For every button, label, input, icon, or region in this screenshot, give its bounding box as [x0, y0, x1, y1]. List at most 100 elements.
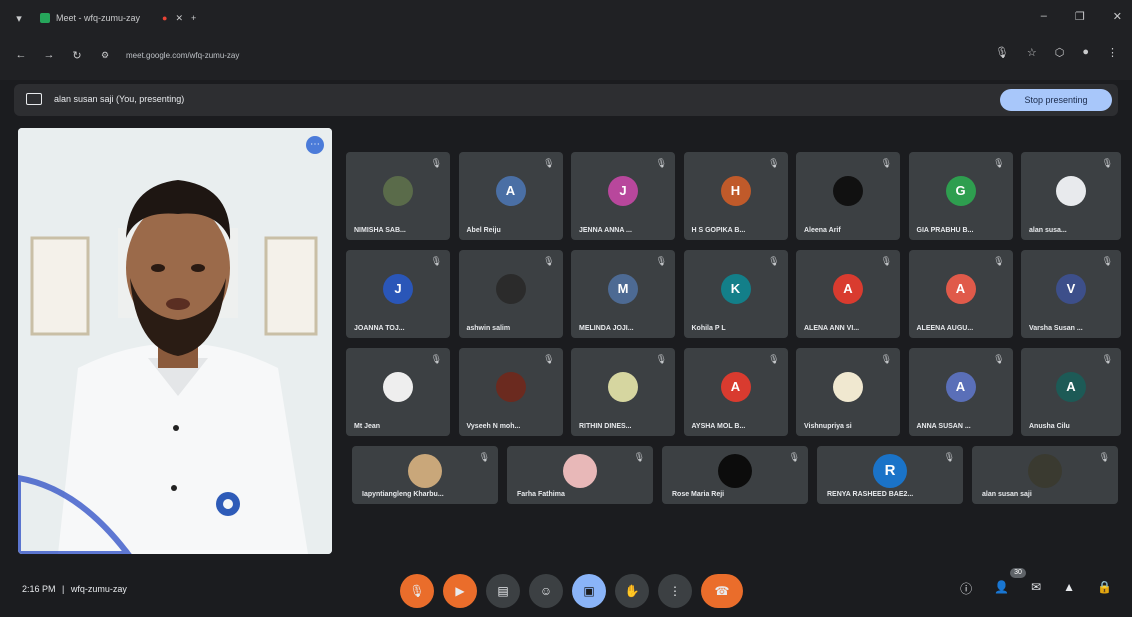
extension-icon[interactable]: ⬡	[1055, 46, 1065, 59]
host-controls-icon[interactable]: 🔒	[1097, 580, 1112, 597]
participant-tile[interactable]: 🎙 NIMISHA SAB...	[346, 152, 450, 240]
participant-avatar	[495, 372, 526, 402]
participant-initial: A	[955, 281, 966, 296]
muted-mic-icon: 🎙	[543, 354, 555, 364]
url-text[interactable]: meet.google.com/wfq-zumu-zay	[126, 51, 239, 60]
participant-tile[interactable]: 🎙 Vishnupriya si	[796, 348, 900, 436]
participant-name: alan susa...	[1029, 227, 1067, 234]
browser-chrome: ▾ Meet - wfq-zumu-zay ● ✕ + – ❐ ✕ ← → ↻ …	[0, 0, 1132, 80]
participant-tile[interactable]: K 🎙 Kohila P L	[683, 250, 788, 338]
participant-name: Iapyntiangleng Kharbu...	[362, 491, 444, 498]
participant-tile[interactable]: 🎙 ashwin salim	[458, 250, 563, 338]
chat-icon[interactable]: ✉	[1031, 580, 1041, 597]
participant-tile[interactable]: A 🎙 ALEENA AUGU...	[908, 250, 1013, 338]
reload-icon[interactable]: ↻	[70, 49, 84, 62]
meeting-info: 2:16 PM | wfq-zumu-zay	[22, 584, 127, 594]
maximize-icon[interactable]: ❐	[1075, 10, 1085, 23]
participant-name: Vyseeh N moh...	[466, 423, 521, 430]
meeting-info-separator: |	[62, 584, 65, 594]
tab-search-icon[interactable]: ▾	[12, 12, 26, 25]
present-now-button[interactable]: ▣	[572, 574, 606, 608]
people-icon[interactable]: 👤	[994, 580, 1009, 597]
participant-name: Mt Jean	[354, 423, 381, 430]
participant-name: ANNA SUSAN ...	[916, 423, 971, 430]
participant-initial: V	[1066, 281, 1076, 296]
side-panel-controls: ⓘ 👤 ✉ ▲ 🔒	[960, 580, 1112, 597]
participant-tile[interactable]: 🎙 Mt Jean	[346, 348, 450, 436]
participant-tile[interactable]: A 🎙 ALENA ANN VI...	[796, 250, 900, 338]
minimize-icon[interactable]: –	[1041, 10, 1047, 23]
participant-initial: H	[730, 183, 741, 198]
participant-tile[interactable]: 🎙 alan susa...	[1021, 152, 1121, 240]
muted-mic-icon: 🎙	[880, 158, 892, 168]
participant-tile[interactable]: 🎙 Farha Fathima	[507, 446, 653, 504]
participant-name: GIA PRABHU B...	[916, 227, 974, 234]
window-controls: – ❐ ✕	[1041, 10, 1122, 23]
forward-icon[interactable]: →	[42, 49, 56, 61]
tab-close-icon[interactable]: ✕	[175, 13, 183, 24]
participant-count-badge: 30	[1010, 568, 1026, 578]
participant-initial: A	[730, 379, 741, 394]
participant-tile[interactable]: A 🎙 AYSHA MOL B...	[683, 348, 788, 436]
participant-tile[interactable]: 🎙 Vyseeh N moh...	[458, 348, 563, 436]
participant-tile[interactable]: J 🎙 JENNA ANNA ...	[571, 152, 675, 240]
participant-tile[interactable]: 🎙 Iapyntiangleng Kharbu...	[352, 446, 498, 504]
participant-avatar	[383, 372, 413, 402]
participant-tile[interactable]: J 🎙 JOANNA TOJ...	[346, 250, 450, 338]
mic-toggle-button[interactable]: 🎙	[400, 574, 434, 608]
menu-icon[interactable]: ⋮	[1107, 46, 1118, 59]
participant-name: RITHIN DINES...	[579, 423, 632, 430]
site-info-icon[interactable]: ⚙	[98, 50, 112, 61]
muted-mic-icon: 🎙	[1101, 354, 1113, 364]
participant-tile[interactable]: A 🎙 ANNA SUSAN ...	[908, 348, 1013, 436]
tab-bar: ▾ Meet - wfq-zumu-zay ● ✕ + – ❐ ✕	[0, 0, 1132, 36]
participant-tile[interactable]: H 🎙 H S GOPIKA B...	[683, 152, 788, 240]
mic-icon[interactable]: 🎙	[995, 46, 1009, 59]
more-options-button[interactable]: ⋮	[658, 574, 692, 608]
emoji-button[interactable]: ☺	[529, 574, 563, 608]
raise-hand-button[interactable]: ✋	[615, 574, 649, 608]
main-video-tile[interactable]: ⋯	[18, 128, 332, 554]
participant-avatar: R	[873, 454, 907, 488]
captions-button[interactable]: ▤	[486, 574, 520, 608]
new-tab-icon[interactable]: +	[191, 13, 196, 24]
participant-tile[interactable]: G 🎙 GIA PRABHU B...	[908, 152, 1013, 240]
participant-tile[interactable]: 🎙 Aleena Arif	[796, 152, 900, 240]
participant-initial: A	[955, 379, 966, 394]
participant-tile[interactable]: A 🎙 Anusha Cilu	[1021, 348, 1121, 436]
participant-initial: M	[617, 281, 629, 296]
back-icon[interactable]: ←	[14, 49, 28, 61]
participant-avatar: A	[945, 274, 976, 304]
presenting-text: alan susan saji (You, presenting)	[54, 94, 185, 104]
participant-avatar	[833, 176, 863, 206]
stop-presenting-button[interactable]: Stop presenting	[1000, 89, 1112, 111]
meeting-details-icon[interactable]: ⓘ	[960, 580, 972, 597]
participant-name: H S GOPIKA B...	[691, 227, 746, 234]
participant-tile[interactable]: M 🎙 MELINDA JOJI...	[571, 250, 675, 338]
muted-mic-icon: 🎙	[880, 256, 892, 266]
participant-avatar	[608, 372, 638, 402]
star-icon[interactable]: ☆	[1027, 46, 1037, 59]
browser-tab-meet[interactable]: Meet - wfq-zumu-zay	[40, 13, 140, 23]
tab-indicators: ● ✕ +	[162, 13, 196, 24]
activities-icon[interactable]: ▲	[1063, 580, 1075, 597]
participant-initial: R	[884, 462, 896, 479]
camera-toggle-button[interactable]: ▶	[443, 574, 477, 608]
participant-avatar: H	[720, 176, 751, 206]
more-options-icon[interactable]: ⋯	[306, 136, 324, 154]
muted-mic-icon: 🎙	[768, 158, 780, 168]
participant-tile[interactable]: R 🎙 RENYA RASHEED BAE2...	[817, 446, 963, 504]
participant-initial: J	[619, 183, 627, 198]
participant-tile[interactable]: A 🎙 Abel Reiju	[458, 152, 563, 240]
participant-tile[interactable]: 🎙 RITHIN DINES...	[571, 348, 675, 436]
recording-icon: ●	[162, 12, 168, 23]
participant-name: Varsha Susan ...	[1029, 325, 1083, 332]
participant-tile[interactable]: 🎙 Rose Maria Reji	[662, 446, 808, 504]
participant-tile[interactable]: 🎙 alan susan saji	[972, 446, 1118, 504]
muted-mic-icon: 🎙	[1098, 452, 1110, 462]
muted-mic-icon: 🎙	[655, 354, 667, 364]
leave-call-button[interactable]: ☎	[701, 574, 743, 608]
close-window-icon[interactable]: ✕	[1113, 10, 1122, 23]
profile-icon[interactable]: ●	[1082, 46, 1089, 59]
participant-tile[interactable]: V 🎙 Varsha Susan ...	[1021, 250, 1121, 338]
